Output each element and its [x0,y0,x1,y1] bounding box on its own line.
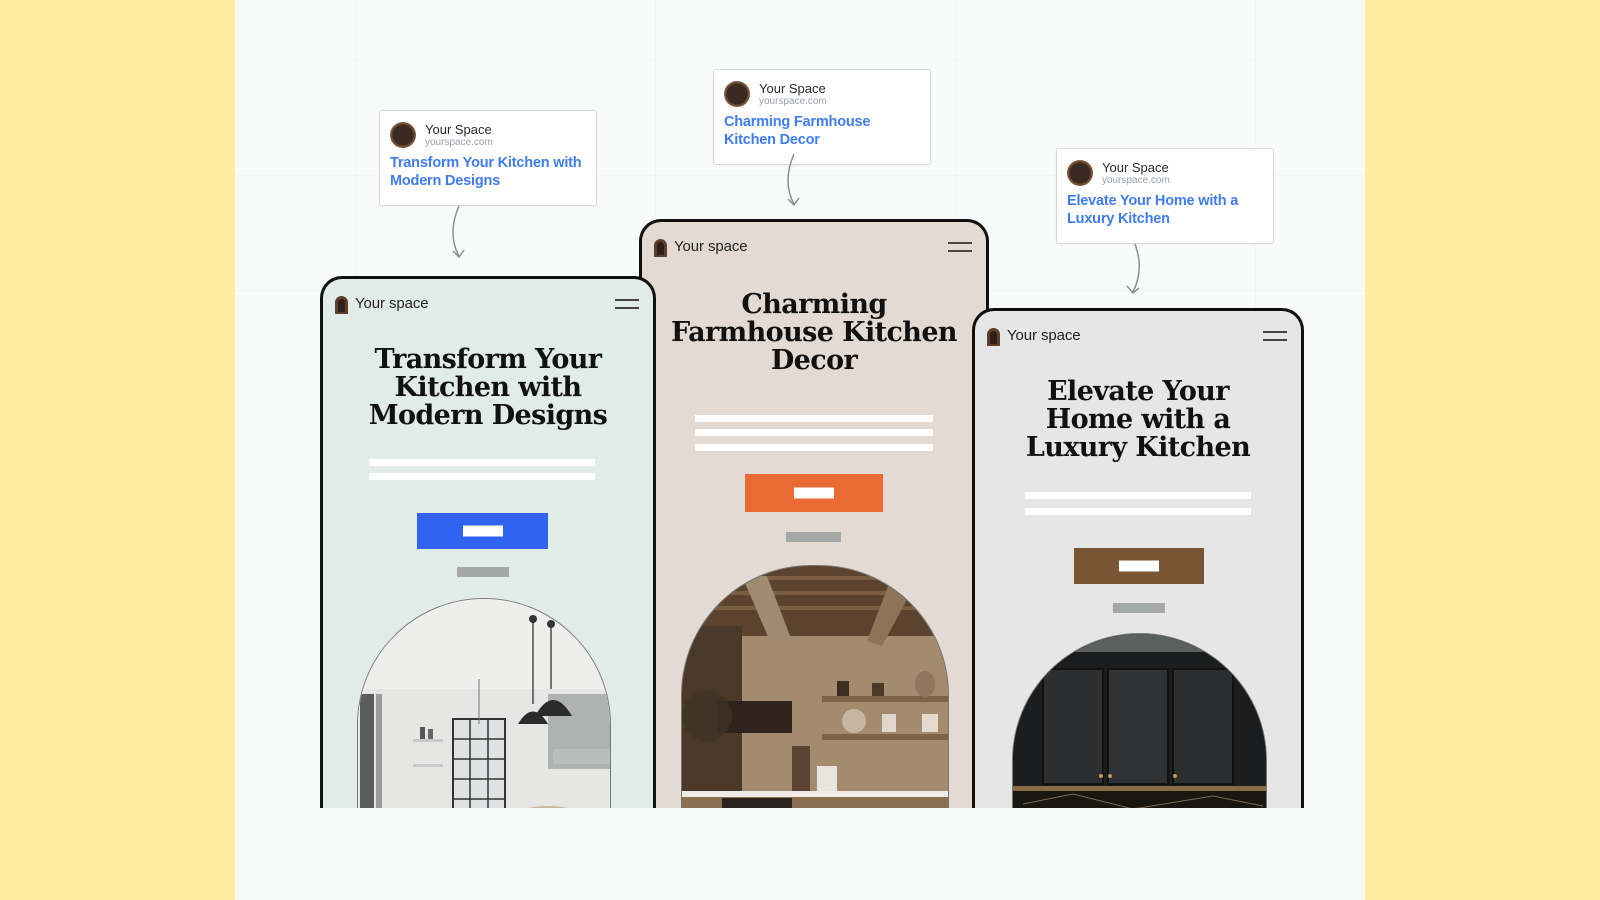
search-result-card-farmhouse[interactable]: Your Space yourspace.com Charming Farmho… [713,69,931,165]
modern-kitchen-illustration [358,599,610,808]
site-avatar-icon [390,122,416,148]
cta-button[interactable] [745,474,883,512]
search-result-title[interactable]: Transform Your Kitchen with Modern Desig… [390,154,587,190]
cta-button-label [462,525,503,537]
site-url[interactable]: yourspace.com [759,96,827,107]
search-result-title[interactable]: Elevate Your Home with a Luxury Kitchen [1067,192,1264,228]
secondary-link-placeholder[interactable] [1113,603,1165,613]
canvas-bottom [235,808,1365,900]
site-name: Your Space [425,121,492,137]
cta-button[interactable] [1074,548,1204,584]
hamburger-menu-icon[interactable] [1263,331,1287,341]
hamburger-menu-icon[interactable] [948,242,972,252]
site-url[interactable]: yourspace.com [425,137,493,148]
text-placeholder-line [1025,508,1251,515]
text-placeholder-line [695,429,933,436]
hero-headline: Elevate Your Home with a Luxury Kitchen [1025,376,1251,463]
brand-name[interactable]: Your space [1007,327,1081,344]
text-placeholder-line [1025,492,1251,499]
farmhouse-kitchen-illustration [682,566,948,808]
search-result-card-luxury[interactable]: Your Space yourspace.com Elevate Your Ho… [1056,148,1274,244]
search-result-title[interactable]: Charming Farmhouse Kitchen Decor [724,113,921,149]
kitchen-image-luxury [1012,633,1267,808]
landing-page-mockup-modern: Your space Transform Your Kitchen with M… [320,276,656,808]
text-placeholder-line [369,473,595,480]
arrow-down-icon [452,205,465,259]
text-placeholder-line [695,415,933,422]
kitchen-image-modern [357,598,611,808]
arrow-down-icon [787,153,800,207]
site-avatar-icon [724,81,750,107]
arch-logo-icon [335,296,348,314]
luxury-kitchen-illustration [1013,634,1266,808]
text-placeholder-line [369,459,595,466]
mobile-nav: Your space [987,327,1289,347]
hamburger-menu-icon[interactable] [615,299,639,309]
mobile-nav: Your space [335,295,641,315]
secondary-link-placeholder[interactable] [786,532,841,542]
kitchen-image-farmhouse [681,565,949,808]
cta-button-label [794,487,834,499]
grid-line [235,60,1365,61]
hero-headline: Transform Your Kitchen with Modern Desig… [368,344,608,431]
landing-page-mockup-luxury: Your space Elevate Your Home with a Luxu… [972,308,1304,808]
brand-name[interactable]: Your space [674,238,748,255]
site-name: Your Space [1102,159,1169,175]
arch-logo-icon [654,239,667,257]
search-result-card-modern[interactable]: Your Space yourspace.com Transform Your … [379,110,597,206]
mobile-nav: Your space [654,238,974,258]
arch-logo-icon [987,328,1000,346]
text-placeholder-line [695,444,933,451]
brand-name[interactable]: Your space [355,295,429,312]
site-name: Your Space [759,80,826,96]
cta-button-label [1119,560,1159,572]
site-url[interactable]: yourspace.com [1102,175,1170,186]
hero-headline: Charming Farmhouse Kitchen Decor [671,289,958,376]
site-avatar-icon [1067,160,1093,186]
secondary-link-placeholder[interactable] [457,567,509,577]
arrow-down-icon [1126,243,1140,295]
cta-button[interactable] [417,513,548,549]
landing-page-mockup-farmhouse: Your space Charming Farmhouse Kitchen De… [639,219,989,808]
